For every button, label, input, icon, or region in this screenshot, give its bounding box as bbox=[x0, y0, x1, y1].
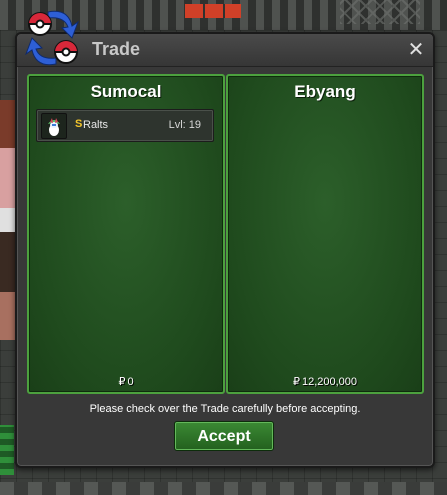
trade-window: Trade ✕ Sumocal S Ralts Lvl: 19 ₽0 Ebyan… bbox=[15, 32, 435, 468]
money-right: ₽12,200,000 bbox=[228, 375, 422, 388]
window-title: Trade bbox=[92, 39, 141, 59]
money-left: ₽0 bbox=[29, 375, 223, 388]
money-value-right: 12,200,000 bbox=[301, 376, 358, 388]
player-name-left: Sumocal bbox=[90, 82, 162, 101]
pokedollar-icon: ₽ bbox=[292, 376, 300, 388]
player-name-right: Ebyang bbox=[294, 82, 356, 101]
ralts-sprite-icon bbox=[41, 113, 67, 139]
trade-panel-left: Sumocal S Ralts Lvl: 19 ₽0 bbox=[27, 74, 225, 394]
background-floor bbox=[0, 482, 447, 495]
trade-panel-right: Ebyang ₽12,200,000 bbox=[226, 74, 424, 394]
trade-icon bbox=[24, 10, 80, 66]
item-name: Ralts bbox=[83, 119, 109, 131]
accept-button[interactable]: Accept bbox=[174, 421, 274, 451]
background-plant bbox=[0, 425, 14, 475]
close-button[interactable]: ✕ bbox=[405, 38, 427, 60]
trade-item-row[interactable]: S Ralts Lvl: 19 bbox=[36, 109, 214, 142]
item-level: Lvl: 19 bbox=[168, 119, 201, 131]
background-web bbox=[340, 0, 420, 24]
money-value-left: 0 bbox=[127, 376, 134, 388]
background-red-tiles bbox=[185, 4, 241, 18]
pokedollar-icon: ₽ bbox=[118, 376, 126, 388]
shiny-badge: S bbox=[75, 118, 83, 130]
trade-notice: Please check over the Trade carefully be… bbox=[89, 403, 361, 415]
